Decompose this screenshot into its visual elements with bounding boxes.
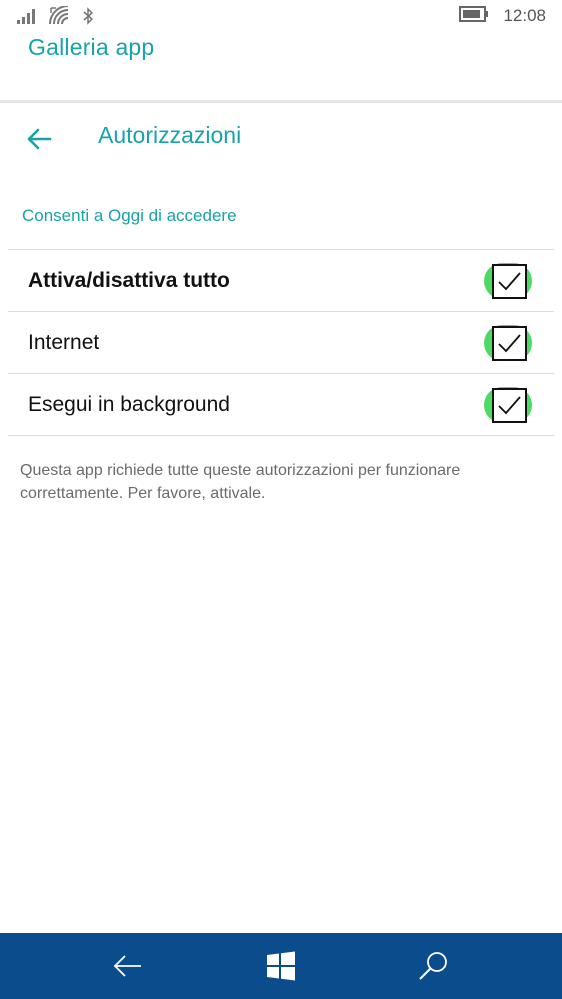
info-text: Questa app richiede tutte queste autoriz… — [20, 462, 461, 502]
status-time: 12:08 — [503, 6, 546, 25]
permission-label: Attiva/disattiva tutto — [28, 268, 230, 292]
wifi-icon — [48, 5, 72, 30]
status-right: 12:08 — [459, 6, 546, 26]
nav-start-button[interactable] — [264, 949, 298, 983]
checkbox-box — [492, 264, 527, 299]
background-checkbox[interactable] — [484, 387, 532, 423]
navigation-bar — [0, 933, 562, 999]
app-title: Galleria app — [28, 34, 155, 60]
page-title: Autorizzazioni — [98, 122, 242, 148]
back-button[interactable] — [24, 124, 54, 154]
internet-checkbox[interactable] — [484, 325, 532, 361]
status-icons — [16, 5, 94, 30]
bluetooth-icon — [82, 7, 94, 29]
permissions-list: Attiva/disattiva tutto Internet Esegui i… — [8, 249, 554, 436]
header-divider — [0, 100, 562, 103]
status-bar: 12:08 — [0, 0, 562, 32]
page-header: Autorizzazioni — [0, 104, 562, 176]
search-icon — [417, 952, 451, 987]
permission-row-internet[interactable]: Internet — [8, 312, 554, 374]
permission-row-background[interactable]: Esegui in background — [8, 374, 554, 436]
nav-search-button[interactable] — [417, 949, 451, 983]
signal-icon — [16, 7, 38, 29]
permission-label: Esegui in background — [28, 392, 230, 416]
permission-row-toggle-all[interactable]: Attiva/disattiva tutto — [8, 250, 554, 312]
checkbox-box — [492, 388, 527, 423]
checkbox-box — [492, 326, 527, 361]
toggle-all-checkbox[interactable] — [484, 263, 532, 299]
back-arrow-icon — [24, 128, 54, 158]
windows-icon — [264, 951, 298, 987]
nav-back-button[interactable] — [111, 949, 145, 983]
permission-label: Internet — [28, 330, 100, 354]
battery-icon — [459, 6, 489, 26]
back-icon — [111, 955, 145, 987]
section-label: Consenti a Oggi di accedere — [22, 206, 237, 225]
